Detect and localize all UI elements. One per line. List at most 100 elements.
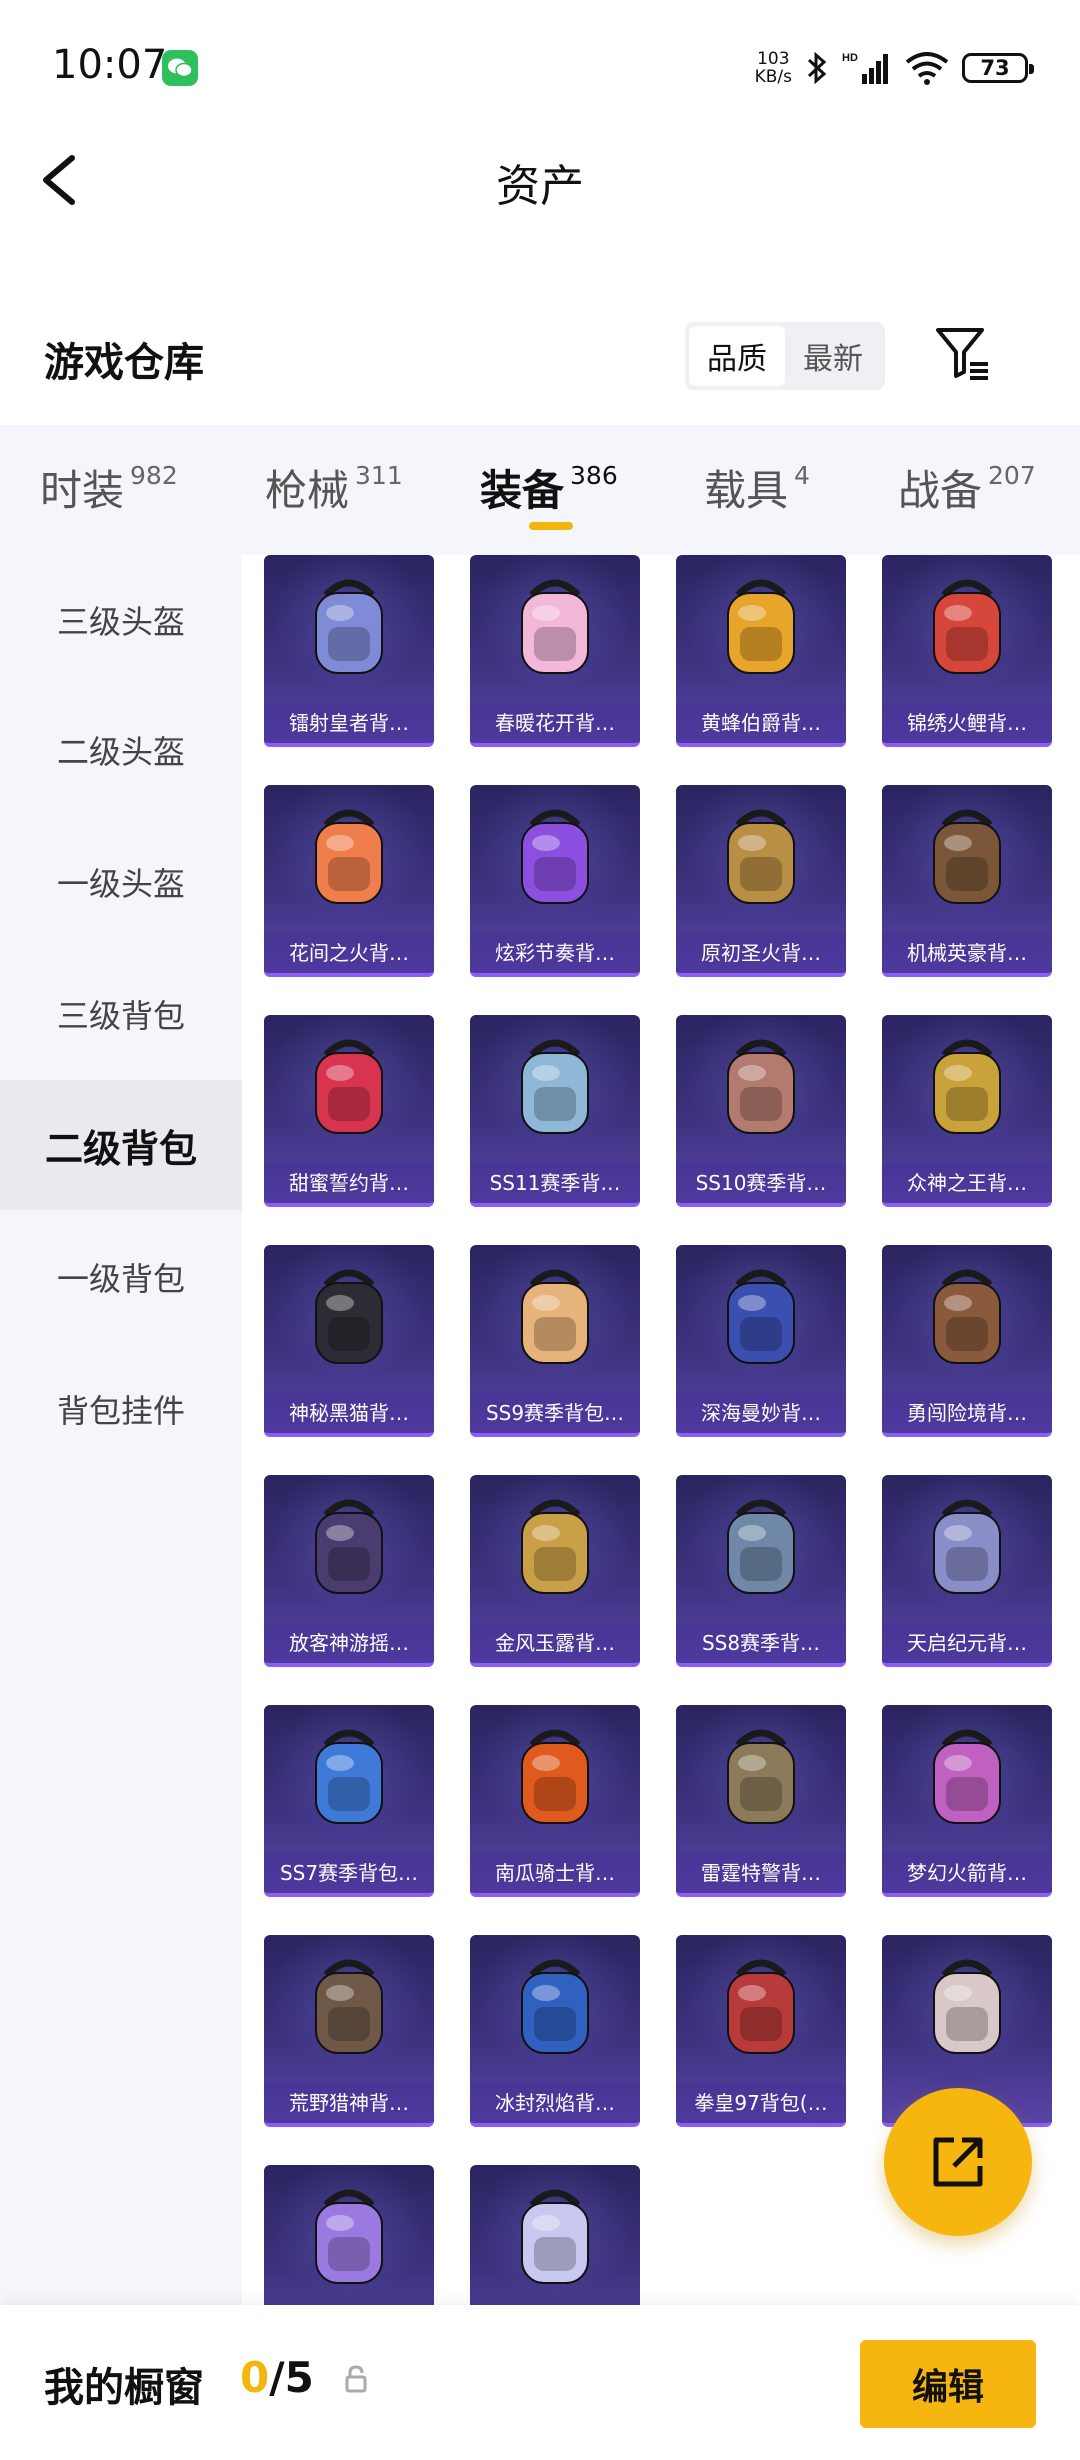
backpack-icon (521, 1269, 589, 1364)
item-name-label: 勇闯险境背… (882, 1393, 1052, 1433)
backpack-item-card[interactable]: 镭射皇者背… (264, 555, 434, 747)
subcategory-sidebar: 三级头盔 二级头盔 一级头盔 三级背包 二级背包 一级背包 背包挂件 (0, 555, 242, 2305)
backpack-icon (933, 1729, 1001, 1824)
backpack-item-card[interactable]: SS8赛季背… (676, 1475, 846, 1667)
item-name-label: 镭射皇者背… (264, 703, 434, 743)
item-name-label: 原初圣火背… (676, 933, 846, 973)
backpack-item-card[interactable]: 黄蜂伯爵背… (676, 555, 846, 747)
item-name-label: SS7赛季背包… (264, 1853, 434, 1893)
network-speed: 103 KB/s (754, 49, 792, 87)
status-time: 10:07 (52, 42, 168, 88)
backpack-icon (727, 1959, 795, 2054)
backpack-item-card[interactable] (470, 2165, 640, 2305)
sidebar-item-level2-backpack[interactable]: 二级背包 (0, 1080, 242, 1210)
backpack-icon (521, 1039, 589, 1134)
page-title: 资产 (496, 161, 584, 212)
backpack-icon (727, 1729, 795, 1824)
sort-option-newest[interactable]: 最新 (785, 326, 881, 386)
tab-vehicles[interactable]: 载具 4 (704, 457, 810, 527)
item-name-label: 机械英豪背… (882, 933, 1052, 973)
backpack-icon (521, 1729, 589, 1824)
item-name-label: 拳皇97背包(… (676, 2083, 846, 2123)
item-name-label: 春暖花开背… (470, 703, 640, 743)
backpack-item-card[interactable]: 勇闯险境背… (882, 1245, 1052, 1437)
backpack-item-card[interactable]: 冰封烈焰背… (470, 1935, 640, 2127)
backpack-item-card[interactable]: 放客神游摇… (264, 1475, 434, 1667)
backpack-item-card[interactable]: 众神之王背… (882, 1015, 1052, 1207)
item-grid: 镭射皇者背… 春暖花开背… 黄蜂伯爵背… 锦绣火鲤背… 花间之火背… 炫彩节奏背… 原初圣火… (242, 555, 1080, 2305)
item-name-label: 神秘黑猫背… (264, 1393, 434, 1433)
backpack-item-card[interactable]: 炫彩节奏背… (470, 785, 640, 977)
backpack-item-card[interactable]: SS7赛季背包… (264, 1705, 434, 1897)
sidebar-item-backpack-pendant[interactable]: 背包挂件 (0, 1344, 242, 1474)
item-name-label: 锦绣火鲤背… (882, 703, 1052, 743)
showcase-count: 0/5 (240, 2353, 314, 2402)
sidebar-item-level3-backpack[interactable]: 三级背包 (0, 949, 242, 1079)
sidebar-item-level1-backpack[interactable]: 一级背包 (0, 1212, 242, 1342)
section-title: 游戏仓库 (44, 340, 204, 386)
backpack-icon (315, 1959, 383, 2054)
edit-button[interactable]: 编辑 (860, 2340, 1036, 2428)
active-tab-indicator (529, 522, 573, 530)
backpack-item-card[interactable]: 神秘黑猫背… (264, 1245, 434, 1437)
backpack-item-card[interactable]: SS11赛季背… (470, 1015, 640, 1207)
backpack-item-card[interactable]: 机械英豪背… (882, 785, 1052, 977)
wechat-notification-icon (162, 50, 198, 86)
backpack-item-card[interactable]: 深海曼妙背… (676, 1245, 846, 1437)
tab-firearms[interactable]: 枪械 311 (265, 457, 403, 527)
item-name-label: SS9赛季背包… (470, 1393, 640, 1433)
share-fab-button[interactable] (884, 2088, 1032, 2236)
item-name-label: 炫彩节奏背… (470, 933, 640, 973)
backpack-item-card[interactable]: 天启纪元背… (882, 1475, 1052, 1667)
backpack-item-card[interactable]: 荒野猎神背… (264, 1935, 434, 2127)
backpack-icon (315, 1269, 383, 1364)
backpack-icon (521, 809, 589, 904)
backpack-item-card[interactable]: 原初圣火背… (676, 785, 846, 977)
backpack-item-card[interactable]: 雷霆特警背… (676, 1705, 846, 1897)
wifi-icon (905, 52, 949, 85)
sidebar-item-level2-helmet[interactable]: 二级头盔 (0, 685, 242, 815)
item-name-label: SS10赛季背… (676, 1163, 846, 1203)
backpack-icon (521, 1499, 589, 1594)
backpack-item-card[interactable]: 金风玉露背… (470, 1475, 640, 1667)
showcase-title: 我的橱窗 (44, 2365, 204, 2411)
svg-text:HD: HD (842, 52, 858, 64)
item-name-label: 雷霆特警背… (676, 1853, 846, 1893)
category-tabs: 时装 982 枪械 311 装备 386 载具 4 战备 207 (0, 425, 1080, 555)
item-name-label: 黄蜂伯爵背… (676, 703, 846, 743)
item-name-label: 放客神游摇… (264, 1623, 434, 1663)
item-name-label: 甜蜜誓约背… (264, 1163, 434, 1203)
item-name-label: 金风玉露背… (470, 1623, 640, 1663)
battery-indicator: 73 (962, 53, 1034, 83)
item-name-label: 荒野猎神背… (264, 2083, 434, 2123)
backpack-icon (521, 1959, 589, 2054)
status-indicators: 103 KB/s HD 73 (754, 46, 1034, 90)
backpack-item-card[interactable]: 拳皇97背包(… (676, 1935, 846, 2127)
sidebar-item-level1-helmet[interactable]: 一级头盔 (0, 817, 242, 947)
lock-icon (345, 2365, 367, 2393)
backpack-icon (315, 579, 383, 674)
backpack-icon (727, 1499, 795, 1594)
filter-icon[interactable] (932, 322, 992, 384)
backpack-icon (727, 809, 795, 904)
sidebar-item-level3-helmet[interactable]: 三级头盔 (0, 555, 242, 685)
tab-supplies[interactable]: 战备 207 (898, 457, 1036, 527)
backpack-item-card[interactable] (264, 2165, 434, 2305)
backpack-item-card[interactable]: 春暖花开背… (470, 555, 640, 747)
backpack-item-card[interactable]: SS10赛季背… (676, 1015, 846, 1207)
backpack-item-card[interactable]: 花间之火背… (264, 785, 434, 977)
backpack-item-card[interactable]: 甜蜜誓约背… (264, 1015, 434, 1207)
tab-fashion[interactable]: 时装 982 (40, 457, 178, 527)
backpack-item-card[interactable]: SS9赛季背包… (470, 1245, 640, 1437)
backpack-item-card[interactable]: 梦幻火箭背… (882, 1705, 1052, 1897)
backpack-item-card[interactable]: 锦绣火鲤背… (882, 555, 1052, 747)
backpack-icon (933, 1269, 1001, 1364)
backpack-icon (933, 1499, 1001, 1594)
sort-option-quality[interactable]: 品质 (689, 326, 785, 386)
showcase-bar: 我的橱窗 0/5 编辑 (0, 2305, 1080, 2460)
backpack-icon (933, 1959, 1001, 2054)
item-name-label: 南瓜骑士背… (470, 1853, 640, 1893)
backpack-item-card[interactable]: 南瓜骑士背… (470, 1705, 640, 1897)
backpack-icon (521, 579, 589, 674)
tab-equipment[interactable]: 装备 386 (480, 457, 618, 527)
